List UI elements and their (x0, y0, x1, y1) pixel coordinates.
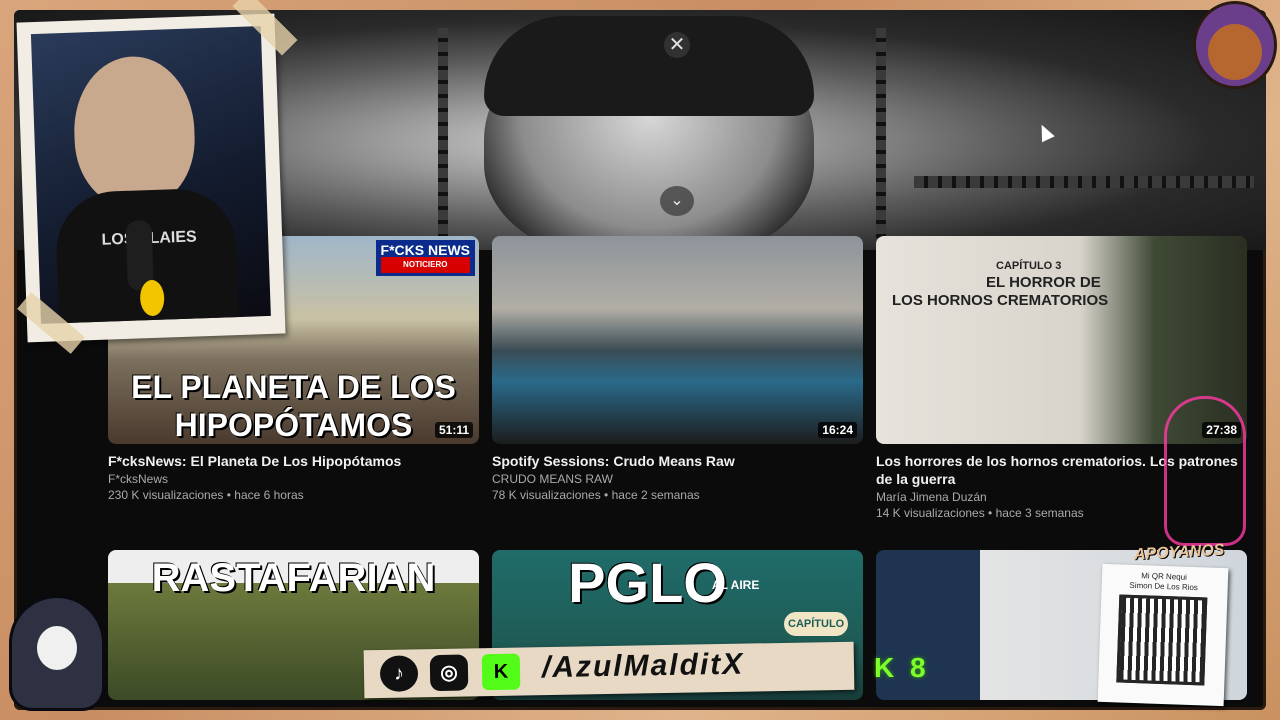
video-frame-hair (484, 16, 814, 116)
video-title[interactable]: F*cksNews: El Planeta De Los Hipopótamos (108, 452, 479, 470)
video-card[interactable]: 16:24 Spotify Sessions: Crudo Means Raw … (492, 236, 863, 502)
chevron-down-icon[interactable]: ⌄ (660, 186, 694, 216)
kick-icon: K (481, 653, 521, 691)
video-thumbnail[interactable]: 16:24 (492, 236, 863, 444)
webcam-overlay: LOS PLAIES (16, 13, 286, 343)
duration-badge: 16:24 (818, 422, 857, 438)
video-meta: 230 K visualizaciones • hace 6 horas (108, 488, 304, 502)
thumbnail-title-1: EL HORROR DE (986, 274, 1101, 291)
news-badge: F*CKS NEWS NOTICIERO (375, 240, 475, 276)
channel-name[interactable]: F*cksNews (108, 472, 479, 486)
thumbnail-title-2: LOS HORNOS CREMATORIOS (892, 292, 1109, 309)
chain-decoration (438, 28, 448, 248)
thumbnail-subtext: AL AIRE (712, 578, 760, 592)
qr-code-icon (1116, 594, 1208, 686)
thumbnail-text: PGLO (568, 551, 727, 614)
badge-title: F*CKS NEWS (380, 242, 470, 258)
social-links-banner: ♪ ◎ K /AzulMalditX (363, 641, 855, 699)
donation-qr-card: Mi QR Nequi Simon De Los Rios (1097, 563, 1229, 707)
social-handle: /AzulMalditX (541, 647, 745, 685)
lynx-drawing-icon (1164, 396, 1246, 546)
video-title[interactable]: Spotify Sessions: Crudo Means Raw (492, 452, 863, 470)
chain-decoration (914, 176, 1254, 188)
channel-name[interactable]: CRUDO MEANS RAW (492, 472, 863, 486)
thumbnail-text: EL PLANETA DE LOS HIPOPÓTAMOS (131, 369, 456, 443)
thumbnail-text: RASTAFARIAN (151, 556, 436, 600)
close-icon[interactable]: ✕ (664, 32, 690, 58)
k8-logo: K 8 (874, 652, 930, 683)
ghost-mascot-icon (12, 598, 102, 708)
tiktok-icon: ♪ (379, 655, 419, 692)
badge-subtitle: NOTICIERO (380, 257, 470, 273)
video-meta: 78 K visualizaciones • hace 2 semanas (492, 488, 700, 502)
streamer-face (71, 54, 197, 209)
thumbnail-chapter: CAPÍTULO 3 (996, 260, 1062, 272)
instagram-icon: ◎ (429, 654, 469, 692)
chain-decoration (876, 28, 886, 248)
webcam-video: LOS PLAIES (30, 26, 271, 324)
chapter-badge: CAPÍTULO (784, 612, 849, 636)
mascot-logo-icon (1196, 4, 1274, 86)
duration-badge: 51:11 (434, 422, 473, 438)
